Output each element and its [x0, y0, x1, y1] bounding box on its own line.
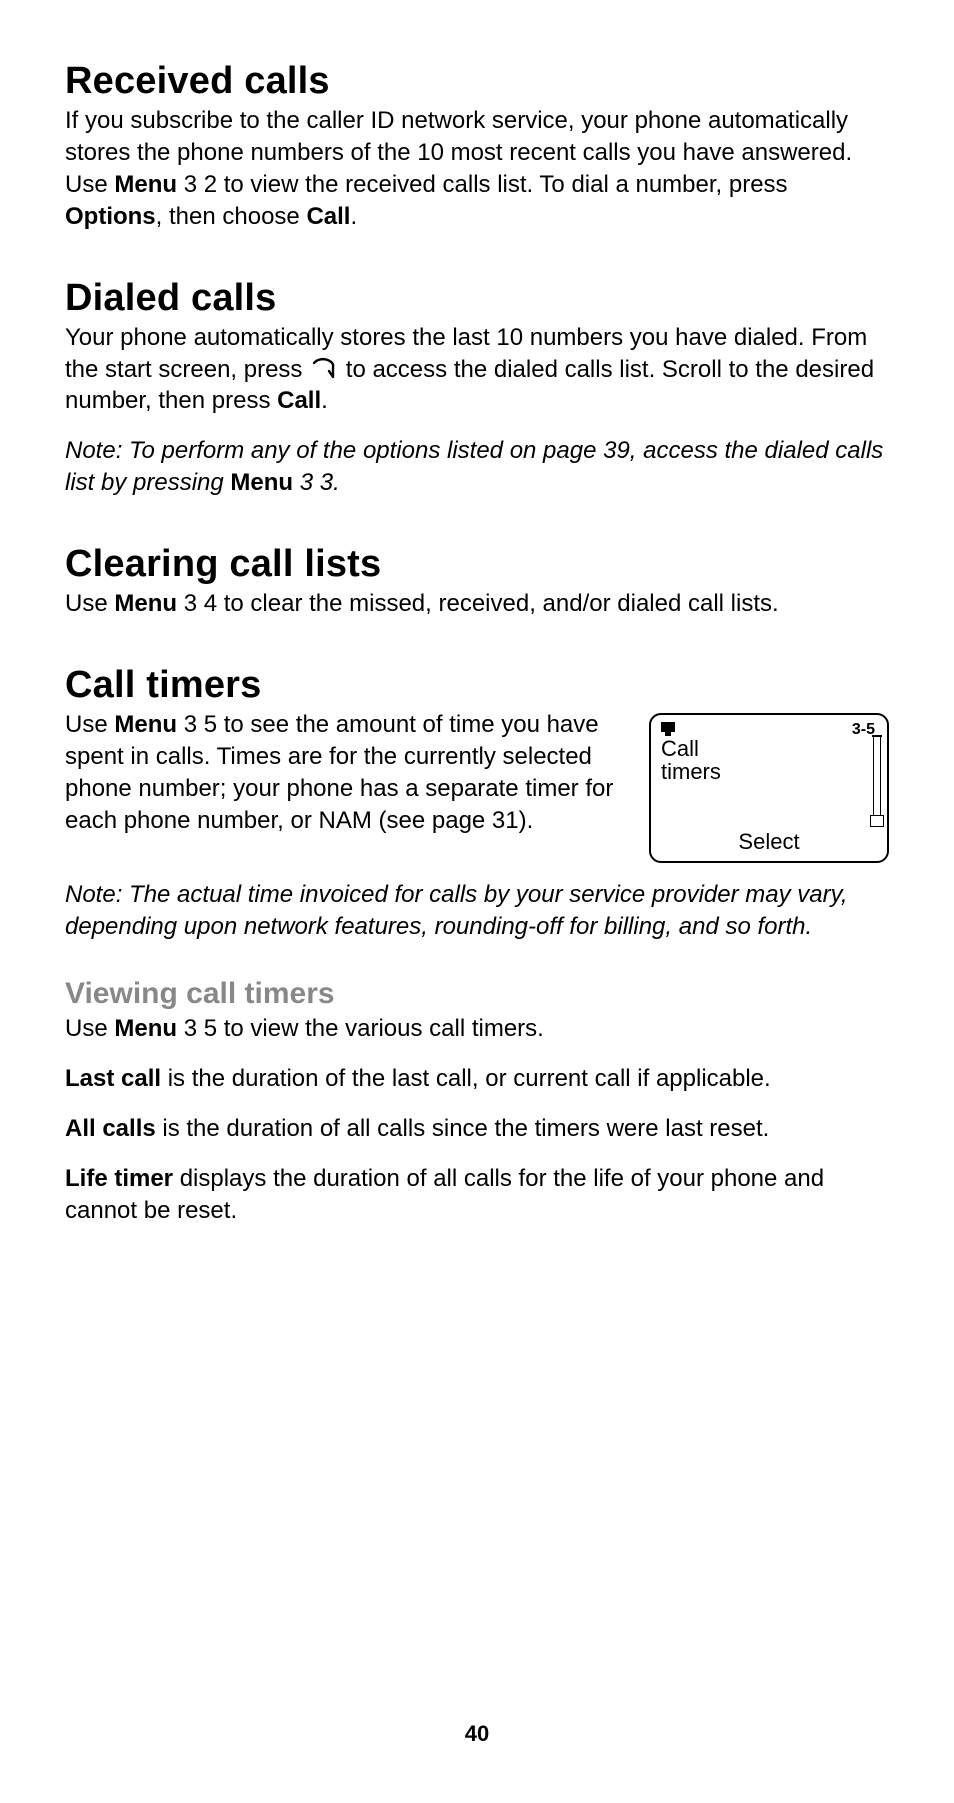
heading-clearing-call-lists: Clearing call lists: [65, 543, 889, 586]
para-all-calls: All calls is the duration of all calls s…: [65, 1113, 889, 1145]
phone-screen-scroll-handle: [870, 815, 884, 827]
term-life-timer: Life timer: [65, 1165, 173, 1192]
text: .: [350, 203, 357, 230]
text: 3 4 to clear the missed, received, and/o…: [177, 590, 779, 617]
text: Use: [65, 1015, 114, 1042]
text: , then choose: [156, 203, 307, 230]
section-dialed-calls: Dialed calls Your phone automatically st…: [65, 277, 889, 500]
battery-icon: [661, 722, 675, 732]
send-key-icon: [311, 359, 337, 381]
para-last-call: Last call is the duration of the last ca…: [65, 1063, 889, 1095]
phone-screen-softkey: Select: [651, 829, 887, 855]
phone-screen-figure: 3-5 Call timers Select: [649, 713, 889, 863]
para-received-calls: If you subscribe to the caller ID networ…: [65, 105, 889, 233]
text: displays the duration of all calls for t…: [65, 1165, 824, 1224]
menu-keyword: Menu: [230, 469, 293, 496]
note-text: Note: To perform any of the options list…: [65, 437, 883, 496]
text: 3 2 to view the received calls list. To …: [177, 171, 788, 198]
section-call-timers: Call timers 3-5 Call timers Select Use M…: [65, 664, 889, 943]
menu-keyword: Menu: [114, 711, 177, 738]
text: .: [321, 387, 328, 414]
menu-keyword: Menu: [114, 590, 177, 617]
heading-viewing-call-timers: Viewing call timers: [65, 977, 889, 1011]
para-clearing: Use Menu 3 4 to clear the missed, receiv…: [65, 588, 889, 620]
section-clearing-call-lists: Clearing call lists Use Menu 3 4 to clea…: [65, 543, 889, 620]
text: Use: [65, 590, 114, 617]
menu-keyword: Menu: [114, 171, 177, 198]
page-number: 40: [0, 1721, 954, 1747]
options-keyword: Options: [65, 203, 156, 230]
heading-dialed-calls: Dialed calls: [65, 277, 889, 320]
call-keyword: Call: [277, 387, 321, 414]
line2: timers: [661, 759, 721, 784]
text: 3 5 to view the various call timers.: [177, 1015, 544, 1042]
para-life-timer: Life timer displays the duration of all …: [65, 1163, 889, 1227]
heading-received-calls: Received calls: [65, 60, 889, 103]
text: Use: [65, 711, 114, 738]
para-viewing-intro: Use Menu 3 5 to view the various call ti…: [65, 1013, 889, 1045]
para-dialed-calls: Your phone automatically stores the last…: [65, 322, 889, 418]
term-all-calls: All calls: [65, 1115, 156, 1142]
section-viewing-call-timers: Viewing call timers Use Menu 3 5 to view…: [65, 977, 889, 1227]
phone-screen-scrollbar: [873, 737, 881, 827]
note-dialed-calls: Note: To perform any of the options list…: [65, 435, 889, 499]
note-text: 3 3.: [293, 469, 340, 496]
call-keyword: Call: [306, 203, 350, 230]
text: is the duration of all calls since the t…: [156, 1115, 770, 1142]
note-call-timers: Note: The actual time invoiced for calls…: [65, 879, 889, 943]
section-received-calls: Received calls If you subscribe to the c…: [65, 60, 889, 233]
heading-call-timers: Call timers: [65, 664, 889, 707]
text: is the duration of the last call, or cur…: [161, 1065, 771, 1092]
menu-keyword: Menu: [114, 1015, 177, 1042]
phone-screen-title: Call timers: [661, 737, 721, 783]
term-last-call: Last call: [65, 1065, 161, 1092]
line1: Call: [661, 736, 699, 761]
